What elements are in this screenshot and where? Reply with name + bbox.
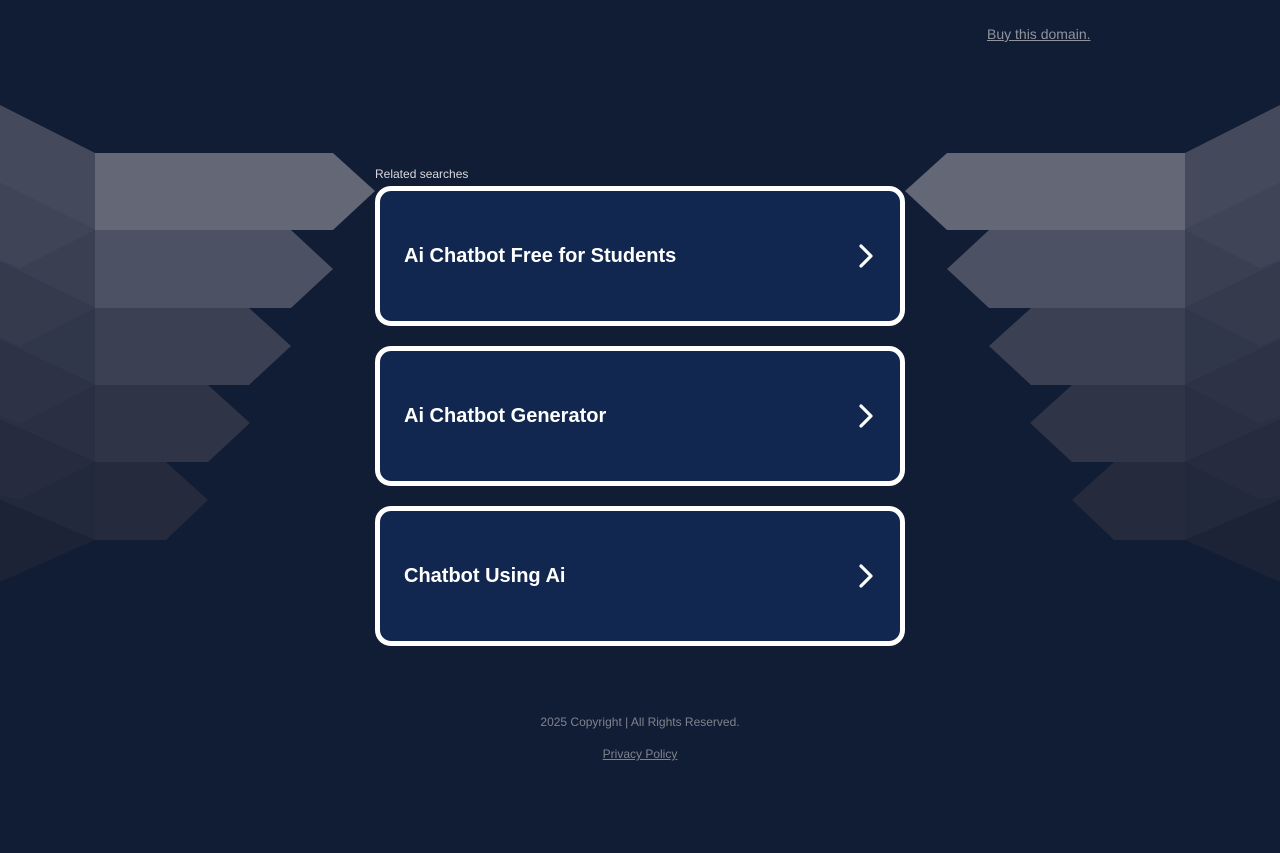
related-searches-list: Ai Chatbot Free for Students Ai Chatbot … — [375, 186, 905, 666]
related-search-item-chatbot-using-ai[interactable]: Chatbot Using Ai — [375, 506, 905, 646]
right-wing-graphic — [905, 105, 1280, 582]
left-wing-graphic — [0, 105, 375, 582]
related-search-item-ai-chatbot-free-for-students[interactable]: Ai Chatbot Free for Students — [375, 186, 905, 326]
chevron-right-icon — [859, 244, 873, 268]
privacy-policy-link[interactable]: Privacy Policy — [603, 747, 678, 761]
related-search-item-ai-chatbot-generator[interactable]: Ai Chatbot Generator — [375, 346, 905, 486]
related-search-title: Ai Chatbot Free for Students — [404, 245, 677, 267]
copyright-text: 2025 Copyright | All Rights Reserved. — [540, 715, 740, 729]
related-searches-label: Related searches — [375, 167, 469, 181]
related-search-title: Ai Chatbot Generator — [404, 405, 607, 427]
related-search-title: Chatbot Using Ai — [404, 565, 566, 587]
buy-domain-link[interactable]: Buy this domain. — [987, 26, 1091, 43]
chevron-right-icon — [859, 404, 873, 428]
parked-domain-page: Buy this domain. Related searches Ai Cha… — [0, 0, 1280, 853]
chevron-right-icon — [859, 564, 873, 588]
footer-privacy: Privacy Policy — [0, 745, 1280, 763]
